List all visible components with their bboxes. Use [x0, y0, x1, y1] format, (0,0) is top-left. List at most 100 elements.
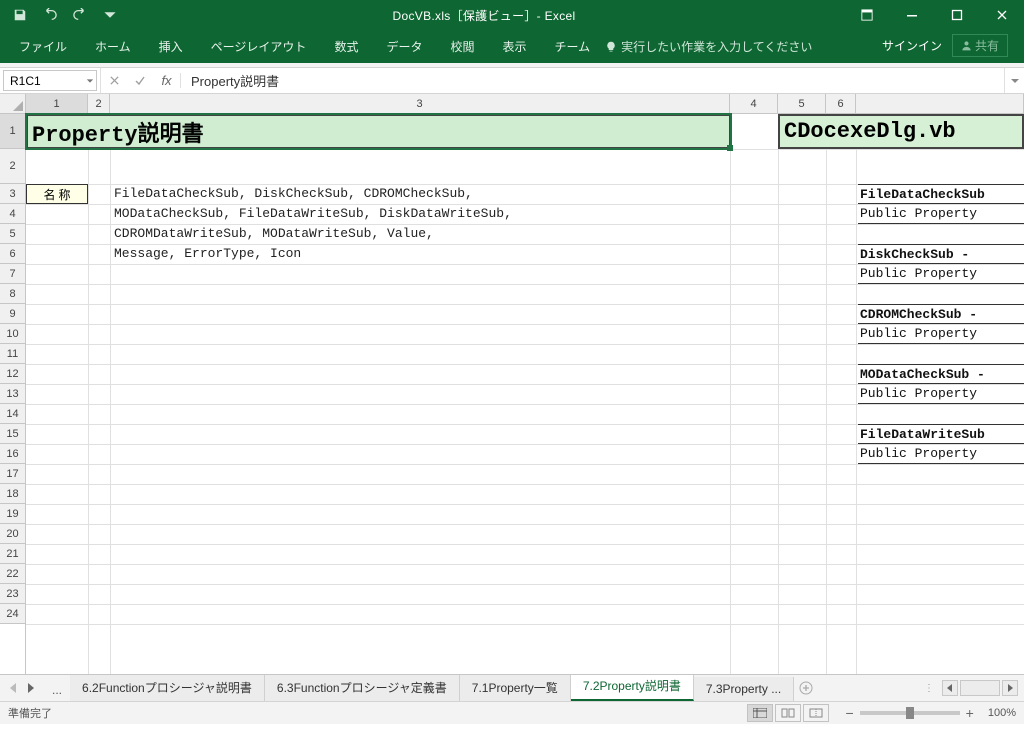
zoom-out-button[interactable]: − — [845, 705, 853, 721]
cell-text[interactable]: CDROMDataWriteSub, MODataWriteSub, Value… — [114, 226, 434, 241]
cell-text[interactable]: Message, ErrorType, Icon — [114, 246, 301, 261]
column-header[interactable]: 4 — [730, 94, 778, 113]
cell-text[interactable]: MODataCheckSub, FileDataWriteSub, DiskDa… — [114, 206, 512, 221]
customize-qat-button[interactable] — [96, 2, 124, 28]
tab-file[interactable]: ファイル — [6, 31, 80, 63]
row-header[interactable]: 10 — [0, 324, 25, 344]
tab-team[interactable]: チーム — [542, 31, 604, 63]
column-header[interactable]: 3 — [110, 94, 730, 113]
sheet-tab[interactable]: 6.3Functionプロシージャ定義書 — [265, 675, 460, 701]
scroll-right-button[interactable] — [1002, 680, 1018, 696]
row-header[interactable]: 21 — [0, 544, 25, 564]
signin-button[interactable]: サインイン — [882, 37, 942, 54]
maximize-button[interactable] — [934, 0, 979, 30]
save-button[interactable] — [6, 2, 34, 28]
row-header[interactable]: 18 — [0, 484, 25, 504]
sheet-tab-active[interactable]: 7.2Property説明書 — [571, 675, 694, 701]
row-header[interactable]: 16 — [0, 444, 25, 464]
row-header[interactable]: 24 — [0, 604, 25, 624]
sheet-nav-last[interactable] — [24, 683, 38, 693]
column-header[interactable] — [856, 94, 1024, 113]
tell-me-search[interactable]: 実行したい作業を入力してください — [605, 38, 812, 63]
tab-formulas[interactable]: 数式 — [321, 31, 371, 63]
row-header[interactable]: 9 — [0, 304, 25, 324]
row-header[interactable]: 5 — [0, 224, 25, 244]
page-break-view-button[interactable] — [803, 704, 829, 722]
share-button[interactable]: 共有 — [952, 34, 1008, 57]
window-title: DocVB.xls［保護ビュー］- Excel — [124, 7, 844, 24]
row-header[interactable]: 13 — [0, 384, 25, 404]
formula-bar[interactable]: Property説明書 — [181, 68, 1004, 93]
cancel-formula-button[interactable] — [101, 75, 127, 86]
column-header[interactable]: 2 — [88, 94, 110, 113]
row-header[interactable]: 4 — [0, 204, 25, 224]
row-header[interactable]: 7 — [0, 264, 25, 284]
row-header[interactable]: 1 — [0, 114, 25, 149]
right-cell[interactable]: Public Property — [858, 324, 1024, 344]
name-box[interactable]: R1C1 — [3, 70, 97, 91]
sheet-tab-more[interactable]: ... — [44, 679, 70, 701]
redo-button[interactable] — [66, 2, 94, 28]
zoom-thumb[interactable] — [906, 707, 914, 719]
undo-button[interactable] — [36, 2, 64, 28]
row-header[interactable]: 19 — [0, 504, 25, 524]
scroll-thumb[interactable] — [960, 680, 1000, 696]
row-header[interactable]: 2 — [0, 149, 25, 184]
row-header[interactable]: 3 — [0, 184, 25, 204]
label-name[interactable]: 名 称 — [26, 184, 88, 204]
cell-text[interactable]: FileDataCheckSub, DiskCheckSub, CDROMChe… — [114, 186, 473, 201]
right-cell[interactable]: FileDataWriteSub — [858, 424, 1024, 444]
right-cell[interactable]: FileDataCheckSub — [858, 184, 1024, 204]
minimize-button[interactable] — [889, 0, 934, 30]
worksheet-grid[interactable]: 1 2 3 4 5 6 1 2 3 4 5 6 7 8 9 10 11 12 1… — [0, 94, 1024, 674]
column-headers: 1 2 3 4 5 6 — [0, 94, 1024, 114]
ribbon-display-button[interactable] — [844, 0, 889, 30]
cells-area[interactable]: Property説明書 CDocexeDlg.vb 名 称 FileDataCh… — [26, 114, 1024, 674]
row-header[interactable]: 12 — [0, 364, 25, 384]
formula-bar-value: Property説明書 — [191, 71, 279, 90]
scroll-left-button[interactable] — [942, 680, 958, 696]
sheet-title-side[interactable]: CDocexeDlg.vb — [778, 114, 1024, 149]
column-header[interactable]: 5 — [778, 94, 826, 113]
zoom-in-button[interactable]: + — [966, 705, 974, 721]
row-header[interactable]: 11 — [0, 344, 25, 364]
page-layout-view-button[interactable] — [775, 704, 801, 722]
right-cell[interactable]: MODataCheckSub - — [858, 364, 1024, 384]
tab-insert[interactable]: 挿入 — [146, 31, 196, 63]
right-cell[interactable]: DiskCheckSub - — [858, 244, 1024, 264]
row-header[interactable]: 22 — [0, 564, 25, 584]
row-header[interactable]: 17 — [0, 464, 25, 484]
normal-view-button[interactable] — [747, 704, 773, 722]
tab-view[interactable]: 表示 — [489, 31, 539, 63]
tab-review[interactable]: 校閲 — [437, 31, 487, 63]
right-cell[interactable]: Public Property — [858, 204, 1024, 224]
select-all-button[interactable] — [0, 94, 26, 113]
insert-function-button[interactable]: fx — [153, 73, 181, 88]
right-cell[interactable]: Public Property — [858, 384, 1024, 404]
ribbon: ファイル ホーム 挿入 ページレイアウト 数式 データ 校閲 表示 チーム 実行… — [0, 30, 1024, 63]
close-button[interactable] — [979, 0, 1024, 30]
zoom-slider[interactable] — [860, 711, 960, 715]
tab-data[interactable]: データ — [373, 31, 435, 63]
row-header[interactable]: 6 — [0, 244, 25, 264]
expand-formula-bar-button[interactable] — [1004, 68, 1024, 93]
row-header[interactable]: 8 — [0, 284, 25, 304]
row-header[interactable]: 15 — [0, 424, 25, 444]
right-cell[interactable]: Public Property — [858, 444, 1024, 464]
column-header[interactable]: 1 — [26, 94, 88, 113]
sheet-tab[interactable]: 6.2Functionプロシージャ説明書 — [70, 675, 265, 701]
column-header[interactable]: 6 — [826, 94, 856, 113]
zoom-value[interactable]: 100% — [988, 707, 1016, 719]
right-cell[interactable]: CDROMCheckSub - — [858, 304, 1024, 324]
sheet-tab[interactable]: 7.3Property ... — [694, 677, 794, 701]
row-header[interactable]: 20 — [0, 524, 25, 544]
enter-formula-button[interactable] — [127, 75, 153, 87]
sheet-nav-first[interactable] — [6, 683, 20, 693]
row-header[interactable]: 14 — [0, 404, 25, 424]
right-cell[interactable]: Public Property — [858, 264, 1024, 284]
new-sheet-button[interactable] — [794, 681, 818, 695]
row-header[interactable]: 23 — [0, 584, 25, 604]
tab-home[interactable]: ホーム — [82, 31, 144, 63]
tab-pagelayout[interactable]: ページレイアウト — [198, 31, 320, 63]
sheet-tab[interactable]: 7.1Property一覧 — [460, 675, 571, 701]
